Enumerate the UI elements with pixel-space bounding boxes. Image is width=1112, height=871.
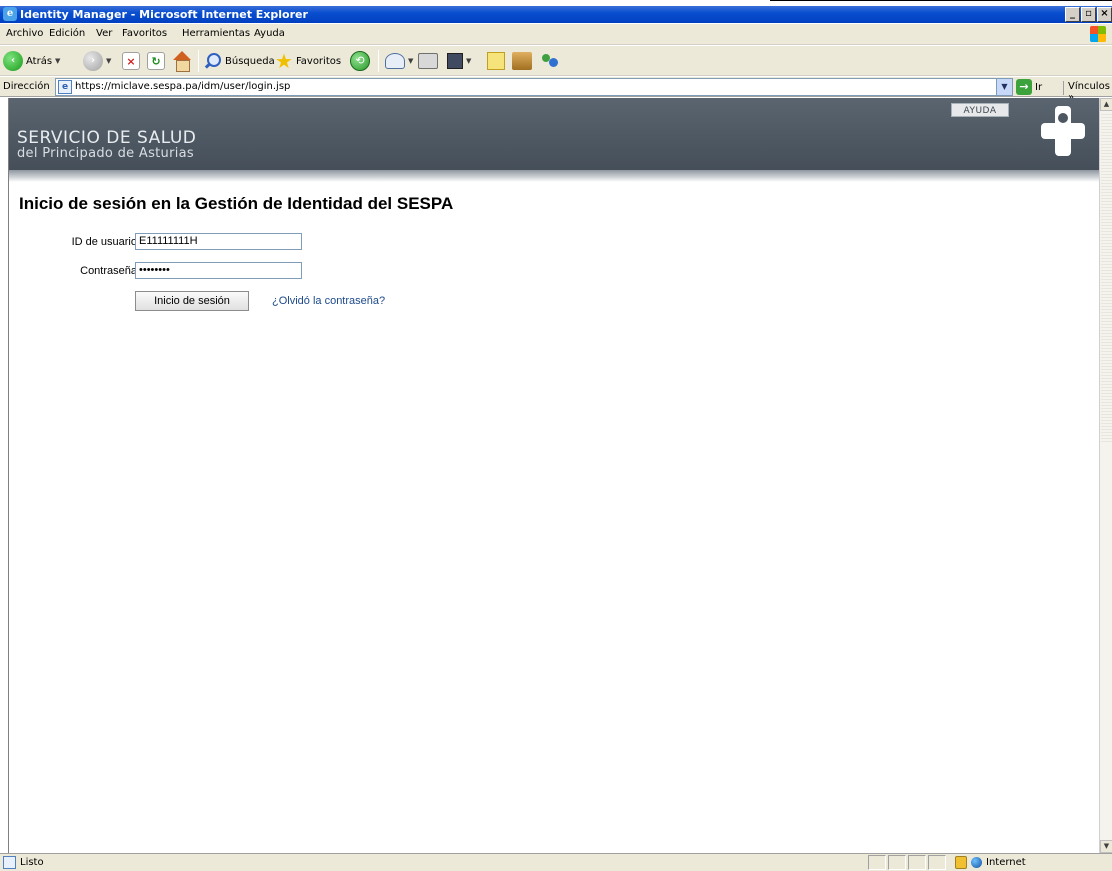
star-icon: ★ bbox=[275, 49, 293, 73]
brand-name: SERVICIO DE SALUD bbox=[17, 128, 197, 148]
chevron-down-icon: ▼ bbox=[466, 57, 472, 65]
security-zone-label: Internet bbox=[986, 857, 1026, 868]
status-text: Listo bbox=[20, 857, 44, 868]
messenger-icon bbox=[540, 52, 560, 70]
history-button[interactable]: ⟲ bbox=[350, 50, 370, 72]
address-dropdown-button[interactable]: ▼ bbox=[996, 79, 1012, 95]
search-icon bbox=[204, 52, 222, 70]
edit-icon bbox=[447, 53, 463, 69]
research-button[interactable] bbox=[512, 50, 532, 72]
address-input[interactable]: e https://miclave.sespa.pa/idm/user/logi… bbox=[55, 78, 1013, 96]
window-title: Identity Manager - Microsoft Internet Ex… bbox=[20, 8, 308, 21]
favorites-button[interactable]: ★ Favoritos bbox=[275, 50, 341, 72]
refresh-icon: ↻ bbox=[147, 52, 165, 70]
toolbar-separator bbox=[378, 50, 379, 72]
edit-button[interactable]: ▼ bbox=[447, 50, 471, 72]
print-button[interactable] bbox=[418, 50, 438, 72]
links-label: Vínculos bbox=[1068, 81, 1110, 92]
home-icon bbox=[172, 51, 192, 72]
status-panes bbox=[868, 855, 946, 870]
window-controls: _ ▫ × bbox=[1065, 7, 1112, 22]
research-icon bbox=[512, 52, 532, 70]
toolbar-separator bbox=[198, 50, 199, 72]
stop-button[interactable]: × bbox=[122, 50, 140, 72]
menu-ver[interactable]: Ver bbox=[96, 28, 112, 39]
page-viewport: SERVICIO DE SALUD del Principado de Astu… bbox=[8, 98, 1099, 853]
favorites-label: Favoritos bbox=[295, 55, 342, 67]
menu-herramientas[interactable]: Herramientas bbox=[182, 28, 250, 39]
status-pane bbox=[888, 855, 906, 870]
sespa-cross-logo bbox=[1041, 106, 1085, 156]
forward-button[interactable]: › ▼ bbox=[83, 50, 111, 72]
links-button[interactable]: Vínculos » bbox=[1063, 81, 1112, 103]
scroll-down-button[interactable]: ▼ bbox=[1100, 840, 1112, 853]
back-button[interactable]: ‹ Atrás ▼ bbox=[3, 50, 60, 72]
user-id-field[interactable]: E11111111H bbox=[135, 233, 302, 250]
messenger-button[interactable] bbox=[540, 50, 560, 72]
go-label: Ir bbox=[1035, 81, 1043, 93]
status-bar: Listo Internet bbox=[0, 853, 1112, 871]
chevron-down-icon: ▼ bbox=[106, 57, 112, 65]
menu-ayuda[interactable]: Ayuda bbox=[254, 28, 285, 39]
note-icon bbox=[487, 52, 505, 70]
login-button[interactable]: Inicio de sesión bbox=[135, 291, 249, 311]
header-divider bbox=[9, 170, 1099, 182]
page-icon: e bbox=[58, 80, 72, 94]
internet-zone-icon bbox=[971, 857, 982, 868]
help-button[interactable]: AYUDA bbox=[951, 103, 1009, 117]
chevron-down-icon: ▼ bbox=[55, 57, 61, 65]
top-edge-line bbox=[770, 0, 1112, 3]
forgot-password-link[interactable]: ¿Olvidó la contraseña? bbox=[272, 295, 385, 307]
ie-logo-icon: e bbox=[3, 7, 17, 21]
search-label: Búsqueda bbox=[225, 55, 275, 67]
printer-icon bbox=[418, 53, 438, 69]
user-id-label: ID de usuario bbox=[71, 236, 137, 248]
history-icon: ⟲ bbox=[350, 51, 370, 71]
forward-arrow-icon: › bbox=[83, 51, 103, 71]
refresh-button[interactable]: ↻ bbox=[147, 50, 165, 72]
windows-logo-icon bbox=[1090, 26, 1106, 42]
scroll-thumb[interactable] bbox=[1101, 112, 1112, 442]
go-button[interactable]: → Ir bbox=[1016, 78, 1042, 96]
search-button[interactable]: Búsqueda bbox=[204, 50, 275, 72]
close-button[interactable]: × bbox=[1097, 7, 1112, 22]
chevron-down-icon: ▼ bbox=[408, 57, 414, 65]
status-pane bbox=[908, 855, 926, 870]
menu-bar: Archivo Edición Ver Favoritos Herramient… bbox=[0, 24, 1112, 45]
vertical-scrollbar[interactable]: ▲ ▼ bbox=[1099, 98, 1112, 853]
mail-button[interactable]: ▼ bbox=[385, 50, 413, 72]
stop-icon: × bbox=[122, 52, 140, 70]
discuss-button[interactable] bbox=[487, 50, 505, 72]
status-pane bbox=[928, 855, 946, 870]
scroll-up-button[interactable]: ▲ bbox=[1100, 98, 1112, 111]
password-field[interactable]: •••••••• bbox=[135, 262, 302, 279]
status-pane bbox=[868, 855, 886, 870]
home-button[interactable] bbox=[172, 50, 192, 72]
address-bar: Dirección e https://miclave.sespa.pa/idm… bbox=[0, 77, 1112, 103]
address-url: https://miclave.sespa.pa/idm/user/login.… bbox=[75, 81, 291, 92]
minimize-button[interactable]: _ bbox=[1065, 7, 1080, 22]
go-arrow-icon: → bbox=[1016, 79, 1032, 95]
menu-favoritos[interactable]: Favoritos bbox=[122, 28, 167, 39]
maximize-button[interactable]: ▫ bbox=[1081, 7, 1096, 22]
site-header: SERVICIO DE SALUD del Principado de Astu… bbox=[9, 98, 1099, 178]
back-label: Atrás bbox=[26, 55, 53, 67]
brand-subtitle: del Principado de Asturias bbox=[17, 146, 194, 161]
back-arrow-icon: ‹ bbox=[3, 51, 23, 71]
password-label: Contraseña bbox=[80, 265, 137, 277]
toolbar: ‹ Atrás ▼ › ▼ × ↻ Búsqueda ★ Favoritos ⟲… bbox=[0, 46, 1112, 76]
window-titlebar[interactable]: e Identity Manager - Microsoft Internet … bbox=[0, 6, 1112, 23]
page-title: Inicio de sesión en la Gestión de Identi… bbox=[19, 194, 454, 213]
menu-edicion[interactable]: Edición bbox=[49, 28, 85, 39]
menu-archivo[interactable]: Archivo bbox=[6, 28, 43, 39]
page-status-icon bbox=[3, 856, 16, 869]
address-label: Dirección bbox=[3, 81, 50, 92]
lock-icon[interactable] bbox=[955, 856, 967, 869]
mail-icon bbox=[385, 53, 405, 69]
